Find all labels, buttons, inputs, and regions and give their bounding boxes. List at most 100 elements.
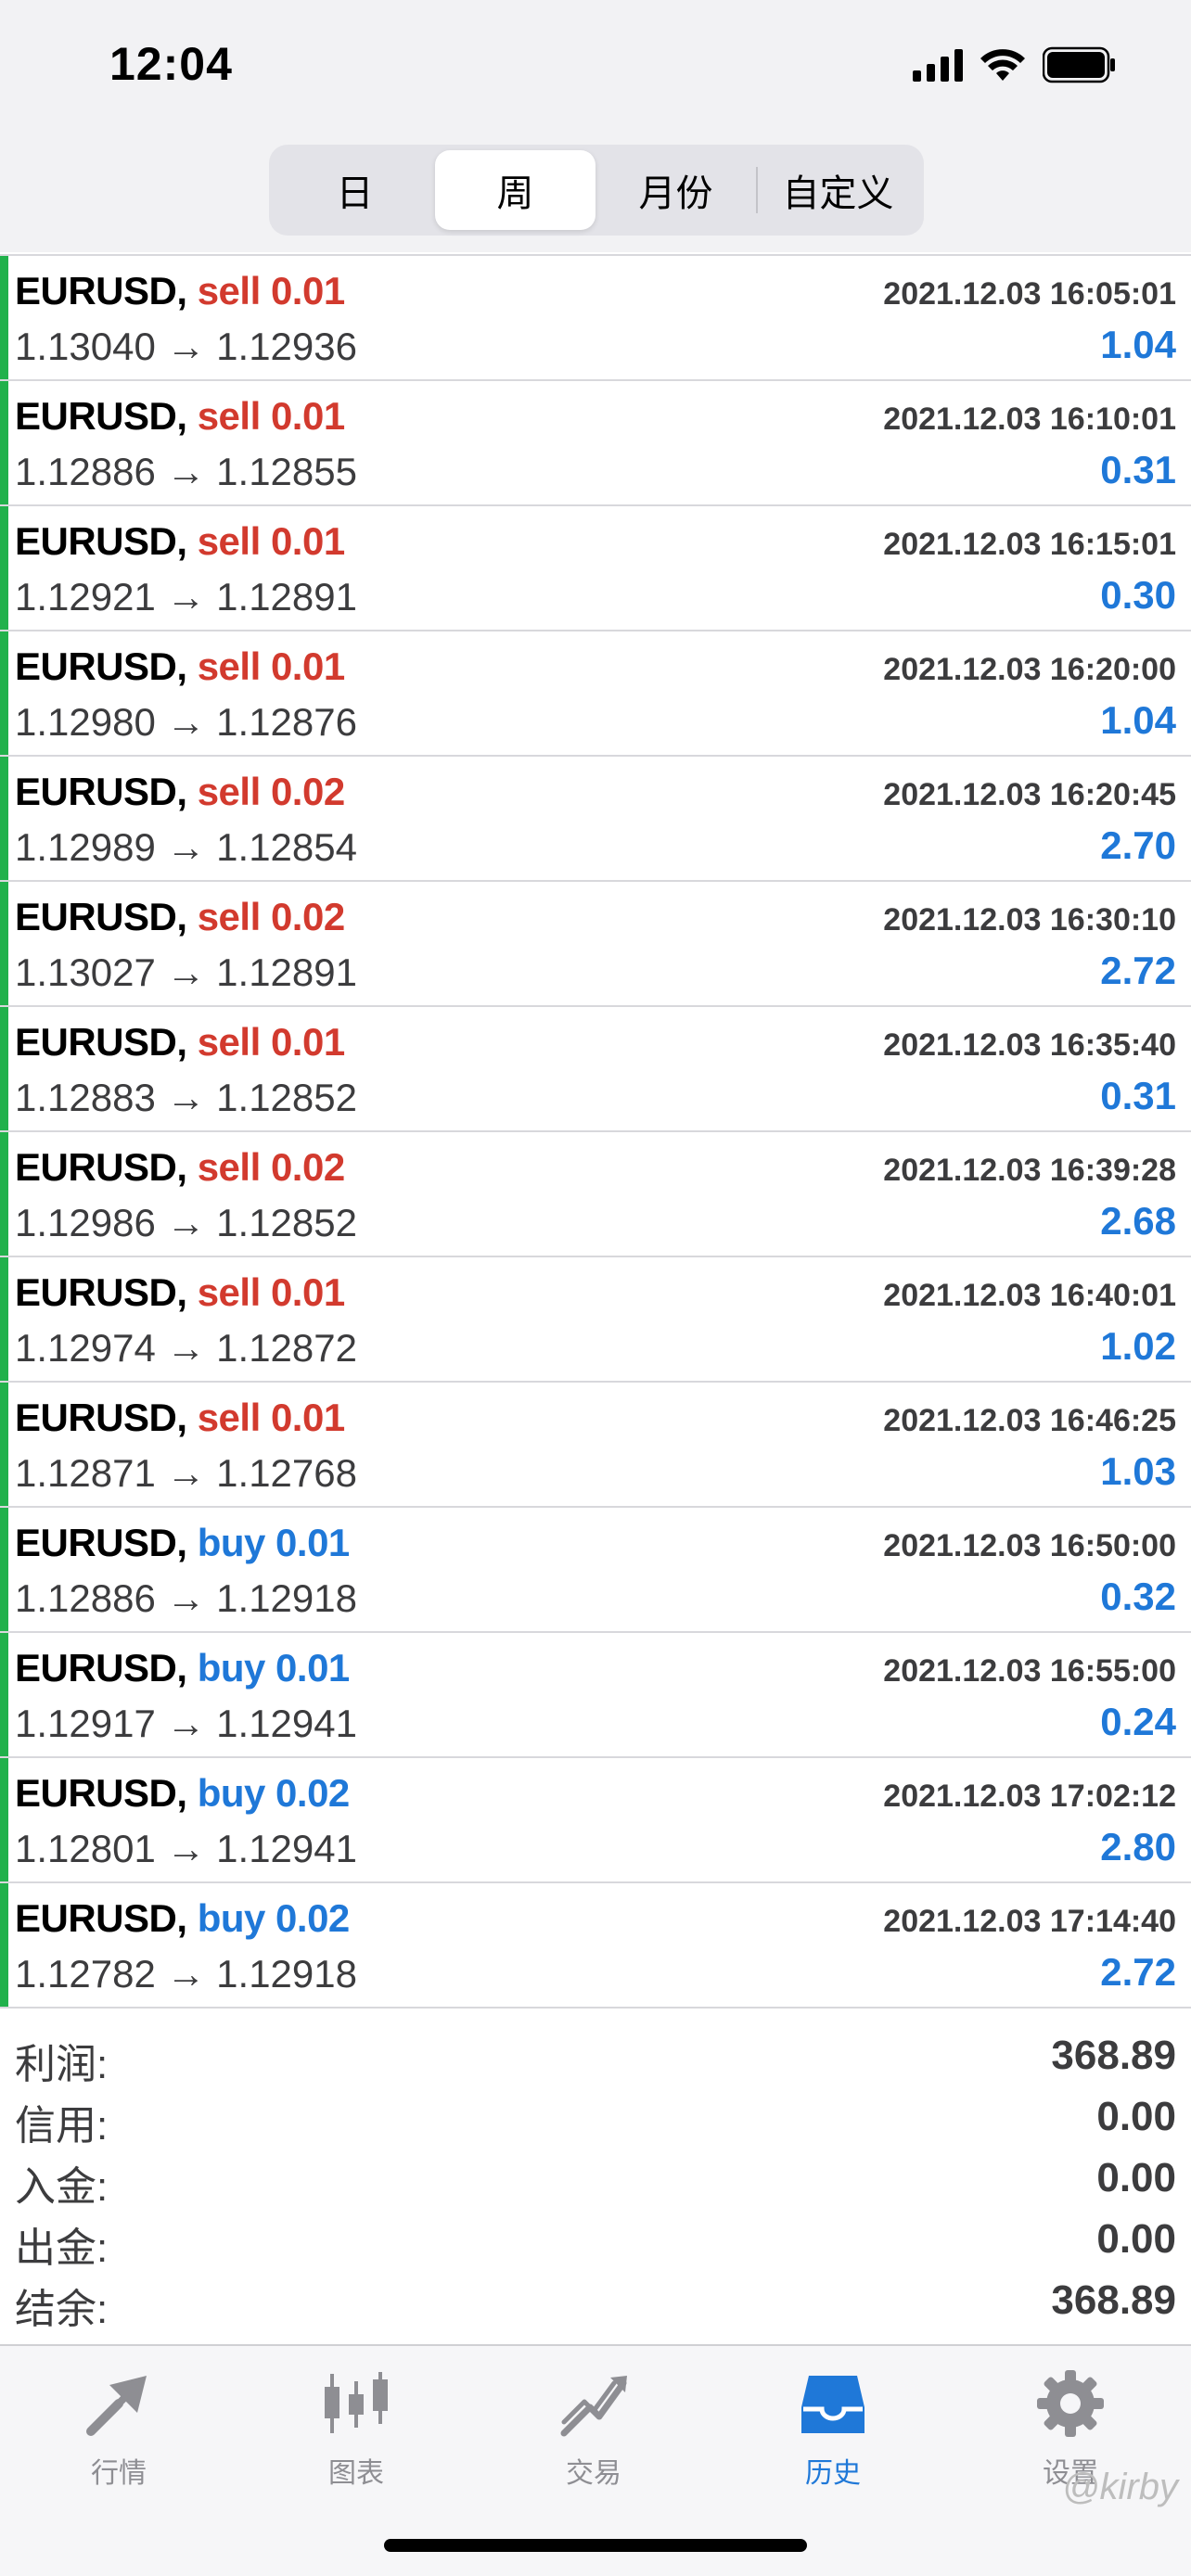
close-price: 1.12918 — [216, 1576, 357, 1620]
trade-row[interactable]: EURUSD, sell 0.01 2021.12.03 16:15:01 1.12… — [0, 506, 1191, 631]
status-time: 12:04 — [109, 38, 233, 90]
open-price: 1.12989 — [15, 825, 156, 869]
trade-symbol: EURUSD, — [15, 1521, 187, 1564]
trade-row[interactable]: EURUSD, sell 0.02 2021.12.03 16:39:28 1.12… — [0, 1132, 1191, 1257]
close-price: 1.12941 — [216, 1827, 357, 1870]
trade-time: 2021.12.03 16:05:01 — [883, 276, 1176, 312]
trade-row[interactable]: EURUSD, sell 0.01 2021.12.03 16:40:01 1.12… — [0, 1257, 1191, 1383]
summary-row: 入金: 0.00 — [15, 2146, 1176, 2210]
trade-status-bar — [0, 1883, 8, 2007]
trade-profit: 1.03 — [1100, 1449, 1176, 1493]
trade-symbol: EURUSD, — [15, 1896, 187, 1940]
trade-volume: 0.02 — [270, 770, 345, 813]
tab-quotes[interactable]: 行情 — [45, 2365, 193, 2504]
trade-time: 2021.12.03 16:39:28 — [883, 1153, 1176, 1188]
trade-profit: 2.72 — [1100, 949, 1176, 992]
trade-row[interactable]: EURUSD, buy 0.02 2021.12.03 17:14:40 1.127… — [0, 1883, 1191, 2009]
status-icons — [913, 45, 1117, 85]
tab-trade[interactable]: 交易 — [519, 2365, 668, 2504]
segment-day[interactable]: 日 — [275, 150, 435, 230]
arrow-icon: → — [166, 1827, 206, 1870]
trade-prices: 1.12886 → 1.12855 — [15, 450, 357, 494]
close-price: 1.12768 — [216, 1451, 357, 1495]
trade-profit: 2.68 — [1100, 1199, 1176, 1243]
close-price: 1.12876 — [216, 700, 357, 744]
summary-row: 出金: 0.00 — [15, 2207, 1176, 2271]
arrow-icon: → — [166, 1451, 206, 1495]
trade-row[interactable]: EURUSD, sell 0.02 2021.12.03 16:20:45 1.12… — [0, 757, 1191, 882]
trade-symbol: EURUSD, — [15, 770, 187, 813]
segment-week[interactable]: 周 — [435, 150, 596, 230]
trade-symbol: EURUSD, — [15, 269, 187, 312]
trade-time: 2021.12.03 16:30:10 — [883, 902, 1176, 937]
trade-profit: 0.30 — [1100, 573, 1176, 617]
close-price: 1.12855 — [216, 450, 357, 493]
summary-value: 0.00 — [1096, 2094, 1176, 2139]
period-selector-bar: 日 周 月份 自定义 — [0, 139, 1191, 252]
trade-prices: 1.13040 → 1.12936 — [15, 325, 357, 369]
tab-label: 历史 — [805, 2458, 861, 2489]
trade-prices: 1.12986 → 1.12852 — [15, 1201, 357, 1245]
tab-chart[interactable]: 图表 — [282, 2365, 430, 2504]
open-price: 1.12980 — [15, 700, 156, 744]
trade-profit: 0.31 — [1100, 1074, 1176, 1117]
open-price: 1.12986 — [15, 1201, 156, 1244]
trade-title: EURUSD, sell 0.01 — [15, 519, 345, 564]
trade-side: sell — [197, 1270, 262, 1314]
trade-status-bar — [0, 882, 8, 1005]
open-price: 1.12801 — [15, 1827, 156, 1870]
trade-row[interactable]: EURUSD, sell 0.01 2021.12.03 16:10:01 1.12… — [0, 381, 1191, 506]
account-summary: 利润: 368.89 信用: 0.00 入金: 0.00 出金: 0.00 结余: 368.89 — [0, 2023, 1191, 2342]
trade-volume: 0.01 — [270, 519, 345, 563]
trade-side: sell — [197, 1020, 262, 1064]
trade-time: 2021.12.03 16:46:25 — [883, 1403, 1176, 1438]
trade-volume: 0.02 — [270, 1145, 345, 1189]
tab-history[interactable]: 历史 — [759, 2365, 907, 2504]
summary-value: 368.89 — [1051, 2277, 1176, 2323]
trade-row[interactable]: EURUSD, buy 0.02 2021.12.03 17:02:12 1.128… — [0, 1758, 1191, 1883]
trade-profit: 2.72 — [1100, 1950, 1176, 1994]
summary-label: 出金: — [15, 2225, 109, 2271]
summary-value: 0.00 — [1096, 2216, 1176, 2262]
wifi-icon — [980, 47, 1026, 83]
trade-row[interactable]: EURUSD, sell 0.02 2021.12.03 16:30:10 1.13… — [0, 882, 1191, 1007]
trade-row[interactable]: EURUSD, buy 0.01 2021.12.03 16:50:00 1.128… — [0, 1508, 1191, 1633]
trade-time: 2021.12.03 16:20:45 — [883, 777, 1176, 812]
trade-status-bar — [0, 1508, 8, 1631]
trade-row[interactable]: EURUSD, sell 0.01 2021.12.03 16:35:40 1.12… — [0, 1007, 1191, 1132]
arrow-icon: → — [166, 825, 206, 869]
trade-row[interactable]: EURUSD, buy 0.01 2021.12.03 16:55:00 1.129… — [0, 1633, 1191, 1758]
summary-value: 0.00 — [1096, 2155, 1176, 2200]
summary-row: 利润: 368.89 — [15, 2023, 1176, 2087]
close-price: 1.12936 — [216, 325, 357, 368]
segment-custom[interactable]: 自定义 — [758, 150, 918, 230]
trade-symbol: EURUSD, — [15, 394, 187, 438]
trade-row[interactable]: EURUSD, sell 0.01 2021.12.03 16:20:00 1.12… — [0, 631, 1191, 757]
close-price: 1.12852 — [216, 1201, 357, 1244]
trade-time: 2021.12.03 16:20:00 — [883, 652, 1176, 687]
open-price: 1.12871 — [15, 1451, 156, 1495]
trade-row[interactable]: EURUSD, sell 0.01 2021.12.03 16:05:01 1.13… — [0, 256, 1191, 381]
trade-side: sell — [197, 1396, 262, 1439]
arrow-icon: → — [166, 1576, 206, 1620]
segment-month[interactable]: 月份 — [596, 150, 756, 230]
close-price: 1.12854 — [216, 825, 357, 869]
trade-prices: 1.12782 → 1.12918 — [15, 1952, 357, 1996]
trade-volume: 0.01 — [270, 1396, 345, 1439]
open-price: 1.12883 — [15, 1076, 156, 1119]
trade-history-list: EURUSD, sell 0.01 2021.12.03 16:05:01 1.13… — [0, 254, 1191, 2009]
trade-profit: 2.80 — [1100, 1825, 1176, 1868]
summary-label: 信用: — [15, 2103, 109, 2149]
trade-row[interactable]: EURUSD, sell 0.01 2021.12.03 16:46:25 1.12… — [0, 1383, 1191, 1508]
trade-status-bar — [0, 1257, 8, 1381]
close-price: 1.12941 — [216, 1702, 357, 1745]
trade-symbol: EURUSD, — [15, 1646, 187, 1690]
trade-status-bar — [0, 1132, 8, 1256]
trade-side: buy — [197, 1896, 266, 1940]
cellular-signal-icon — [913, 48, 963, 82]
trade-volume: 0.01 — [270, 644, 345, 688]
tab-label: 图表 — [328, 2458, 384, 2489]
trade-time: 2021.12.03 16:55:00 — [883, 1653, 1176, 1689]
arrow-icon: → — [166, 700, 206, 744]
summary-value: 368.89 — [1051, 2033, 1176, 2078]
